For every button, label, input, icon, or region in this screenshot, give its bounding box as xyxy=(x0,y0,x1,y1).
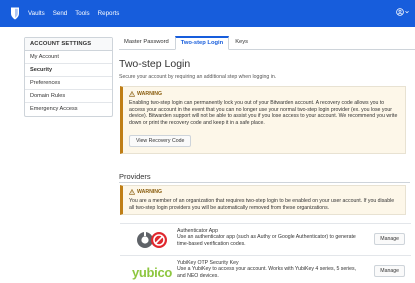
providers-heading: Providers xyxy=(119,172,151,181)
manage-yubikey-button[interactable]: Manage xyxy=(374,265,405,277)
tab-master-password[interactable]: Master Password xyxy=(119,37,174,49)
warning-callout: WARNING Enabling two-step login can perm… xyxy=(120,86,406,154)
nav-vaults[interactable]: Vaults xyxy=(28,10,45,17)
org-warning-text: You are a member of an organization that… xyxy=(129,198,395,211)
provider-description: Use a YubiKey to access your account. Wo… xyxy=(177,266,357,279)
sidebar-heading: ACCOUNT SETTINGS xyxy=(25,38,112,51)
warning-triangle-icon xyxy=(129,189,135,195)
sidebar-item-emergency-access[interactable]: Emergency Access xyxy=(25,103,112,116)
sidebar-item-security[interactable]: Security xyxy=(25,64,112,77)
org-warning-title: WARNING xyxy=(137,189,163,195)
org-warning-heading: WARNING xyxy=(129,189,399,195)
yubico-logo-text: yubico xyxy=(131,264,173,280)
sidebar-item-my-account[interactable]: My Account xyxy=(25,51,112,64)
settings-sidebar: ACCOUNT SETTINGS My Account Security Pre… xyxy=(24,37,113,117)
security-tabs: Master Password Two-step Login Keys xyxy=(119,36,415,50)
org-warning-callout: WARNING You are a member of an organizat… xyxy=(120,185,406,215)
warning-heading: WARNING xyxy=(129,91,399,97)
manage-authenticator-button[interactable]: Manage xyxy=(374,233,405,245)
tab-two-step-login[interactable]: Two-step Login xyxy=(174,36,230,50)
sidebar-item-domain-rules[interactable]: Domain Rules xyxy=(25,90,112,103)
sidebar-item-preferences[interactable]: Preferences xyxy=(25,77,112,90)
chevron-down-icon xyxy=(405,10,409,14)
profile-menu[interactable] xyxy=(396,8,409,16)
page-title: Two-step Login xyxy=(119,58,191,70)
provider-row-yubikey: yubico YubiKey OTP Security Key Use a Yu… xyxy=(120,255,411,283)
warning-title: WARNING xyxy=(137,91,163,97)
bitwarden-shield-icon[interactable] xyxy=(10,7,20,21)
warning-text: Enabling two-step login can permanently … xyxy=(129,100,398,126)
nav-reports[interactable]: Reports xyxy=(98,10,120,17)
provider-description: Use an authenticator app (such as Authy … xyxy=(177,234,356,247)
nav-tools[interactable]: Tools xyxy=(75,10,89,17)
nav-send[interactable]: Send xyxy=(53,10,67,17)
authenticator-app-logo-icon xyxy=(130,230,174,250)
yubico-logo: yubico xyxy=(130,262,174,282)
view-recovery-code-button[interactable]: View Recovery Code xyxy=(129,135,192,147)
provider-row-authenticator: Authenticator App Use an authenticator a… xyxy=(120,223,411,254)
top-navbar: Vaults Send Tools Reports xyxy=(0,0,415,27)
tab-keys[interactable]: Keys xyxy=(230,37,253,49)
user-circle-icon xyxy=(396,8,404,16)
page-subtitle: Secure your account by requiring an addi… xyxy=(119,74,277,80)
providers-divider xyxy=(119,182,410,183)
warning-triangle-icon xyxy=(129,91,135,97)
